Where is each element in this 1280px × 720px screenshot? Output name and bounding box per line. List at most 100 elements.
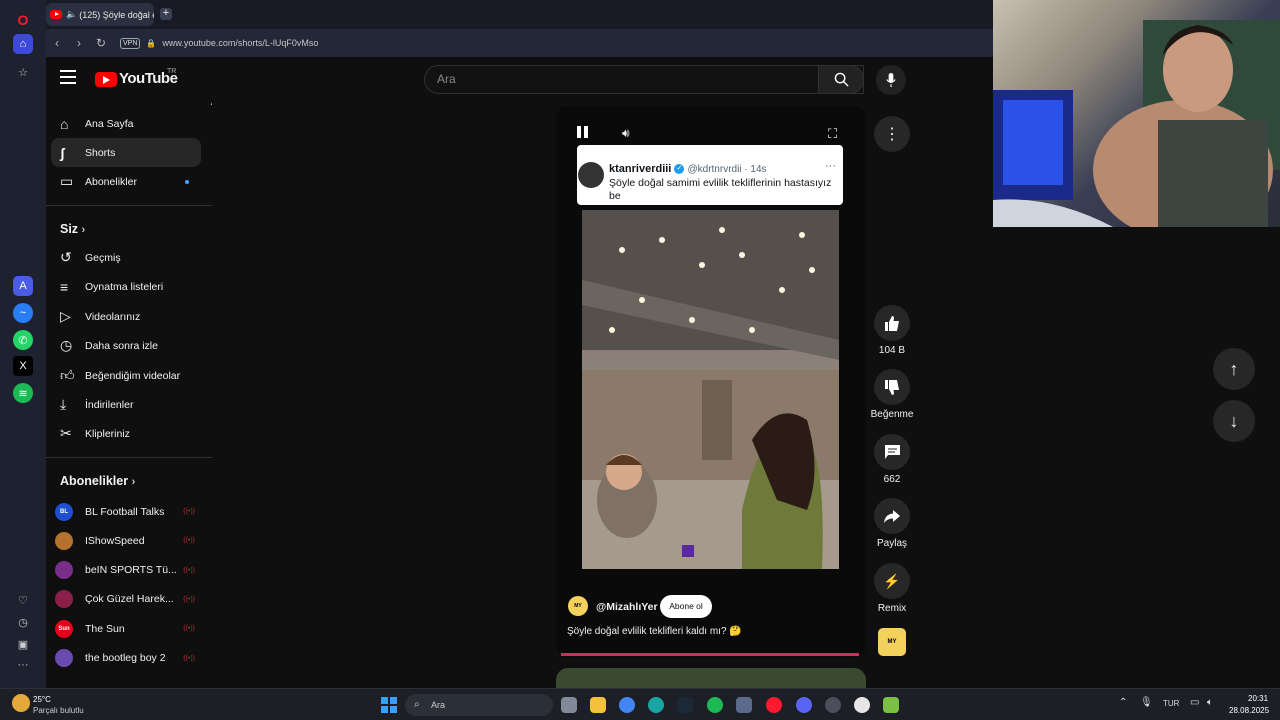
clock-time[interactable]: 20:31 (1248, 694, 1268, 703)
guide-item-watch-later[interactable]: ◷ Daha sonra izle (51, 331, 201, 360)
opera-logo-icon[interactable]: O (13, 10, 33, 30)
tab-bar: 🔈 (125) Şöyle doğal evlilik + (46, 0, 996, 29)
region-code: TR (167, 68, 177, 75)
taskbar-search[interactable]: ⌕ Ara (405, 694, 553, 716)
input-language[interactable]: TUR (1163, 699, 1179, 708)
file-explorer-icon[interactable] (590, 697, 606, 713)
remix-button[interactable]: ⚡ (874, 563, 910, 599)
back-button[interactable]: ‹ (46, 36, 68, 50)
search-button[interactable] (818, 65, 864, 94)
guide-item-home[interactable]: ⌂ Ana Sayfa (51, 109, 201, 138)
search-input[interactable]: Ara (424, 65, 864, 94)
dislike-button[interactable] (874, 369, 910, 405)
tweet-text: Şöyle doğal samimi evlilik tekliflerinin… (609, 177, 832, 202)
spotify-icon[interactable] (707, 697, 723, 713)
history-icon[interactable]: ◷ (13, 612, 33, 632)
menu-icon[interactable] (60, 70, 76, 84)
youtube-logo-icon[interactable] (95, 72, 117, 87)
home-icon[interactable]: ⌂ (13, 34, 33, 54)
app-icon-2[interactable] (825, 697, 841, 713)
volume-icon[interactable]: 🔊︎ (622, 126, 630, 141)
windows-start-icon[interactable] (381, 697, 397, 713)
fullscreen-icon[interactable]: ⛶ (828, 126, 837, 142)
spotify-icon[interactable]: ≋ (13, 383, 33, 403)
weather-icon[interactable] (12, 694, 30, 712)
discord-icon[interactable] (796, 697, 812, 713)
new-tab-button[interactable]: + (160, 8, 172, 20)
task-view-icon[interactable] (561, 697, 577, 713)
guide-item-history[interactable]: ↺ Geçmiş (51, 243, 201, 272)
subscription-item[interactable]: IShowSpeed ((•)) (51, 526, 201, 555)
tweet-handle: @kdrtnrvrdii · 14s (687, 164, 767, 175)
more-icon[interactable]: ··· (13, 655, 33, 675)
vpn-badge[interactable]: VPN (120, 37, 141, 49)
speaker-icon[interactable]: 🔈︎ (1207, 697, 1213, 708)
guide-item-shorts[interactable]: ʃ Shorts (51, 138, 201, 167)
channel-avatar (55, 531, 73, 550)
obs-icon[interactable] (854, 697, 870, 713)
channel-name[interactable]: @MizahlıYer (596, 601, 658, 613)
clock-date[interactable]: 28.08.2025 (1229, 706, 1269, 715)
app-icon-3[interactable] (883, 697, 899, 713)
guide-item-liked-videos[interactable]: 👍︎ Beğendiğim videolar (51, 361, 201, 390)
aria-icon[interactable]: A (13, 276, 33, 296)
messenger-icon[interactable]: ~ (13, 303, 33, 323)
active-tab[interactable]: 🔈 (125) Şöyle doğal evlilik (46, 3, 154, 26)
forward-button[interactable]: › (68, 36, 90, 50)
guide-item-playlists[interactable]: ≡ Oynatma listeleri (51, 272, 201, 301)
you-section-header[interactable]: Siz › (60, 222, 85, 236)
guide-item-downloads[interactable]: ⤓ İndirilenler (51, 390, 201, 419)
scroll-up-arrow-icon[interactable]: ▲ (209, 101, 212, 107)
edge-icon[interactable] (648, 697, 664, 713)
x-twitter-icon[interactable]: X (13, 356, 33, 376)
progress-bar[interactable] (561, 653, 859, 656)
download-icon: ⤓ (60, 396, 67, 412)
tweet-author-name: ktanriverdiii (609, 163, 672, 175)
opera-icon[interactable] (766, 697, 782, 713)
url-field[interactable]: www.youtube.com/shorts/L-lUqF0vMso (162, 38, 318, 48)
webcam-overlay (993, 0, 1280, 227)
your-videos-icon: ▷ (60, 308, 71, 324)
subscribe-button[interactable]: Abone ol (660, 595, 712, 618)
network-icon[interactable]: ▭ (1190, 697, 1199, 708)
sound-thumbnail[interactable]: MY (878, 628, 906, 656)
shorts-player[interactable]: 🔊︎ ⛶ ktanriverdiii ✓ @kdrtnrvrdii · 14s … (556, 106, 866, 658)
tray-mic-icon[interactable]: 🎙︎ (1140, 697, 1153, 708)
subscription-item[interactable]: beIN SPORTS Tü... ((•)) (51, 556, 201, 585)
dislike-label: Beğenme (870, 409, 914, 420)
comments-button[interactable] (874, 434, 910, 470)
weather-condition[interactable]: Parçalı bulutlu (33, 706, 84, 715)
like-button[interactable] (874, 305, 910, 341)
next-short-preview[interactable] (556, 668, 866, 688)
subscription-item[interactable]: Çok Güzel Harek... ((•)) (51, 585, 201, 614)
subscription-item[interactable]: BL BL Football Talks ((•)) (51, 497, 201, 526)
subscriptions-section-header[interactable]: Abonelikler › (60, 474, 135, 488)
pause-icon[interactable] (577, 126, 591, 142)
video-frame[interactable] (582, 210, 839, 569)
reload-button[interactable]: ↻ (90, 36, 112, 50)
share-button[interactable] (874, 498, 910, 534)
subscription-item[interactable]: the bootleg boy 2 ((•)) (51, 644, 201, 673)
whatsapp-icon[interactable]: ✆ (13, 330, 33, 350)
guide-item-subscriptions[interactable]: ▭ Abonelikler (51, 167, 201, 196)
pinboard-icon[interactable]: ☆ (13, 62, 33, 82)
heart-icon[interactable]: ♡ (13, 590, 33, 610)
steam-icon[interactable] (677, 697, 693, 713)
guide-item-your-videos[interactable]: ▷ Videolarınız (51, 302, 201, 331)
app-icon[interactable] (736, 697, 752, 713)
subscription-item[interactable]: Sun The Sun ((•)) (51, 614, 201, 643)
guide-item-clips[interactable]: ✂ Klipleriniz (51, 419, 201, 448)
channel-avatar[interactable]: MY (568, 596, 588, 616)
remix-label: Remix (877, 603, 907, 614)
previous-short-button[interactable]: ↑ (1213, 348, 1255, 390)
tray-chevron-icon[interactable]: ⌃ (1119, 697, 1127, 708)
tweet-more-icon: ··· (825, 160, 836, 172)
chrome-icon[interactable] (619, 697, 635, 713)
next-short-button[interactable]: ↓ (1213, 400, 1255, 442)
temperature[interactable]: 25°C (33, 695, 51, 704)
shorts-icon: ʃ (60, 144, 65, 161)
more-options-button[interactable]: ⋮ (874, 116, 910, 152)
voice-search-button[interactable] (876, 65, 906, 95)
extensions-icon[interactable]: ▣ (13, 634, 33, 654)
live-indicator-icon: ((•)) (183, 508, 195, 515)
